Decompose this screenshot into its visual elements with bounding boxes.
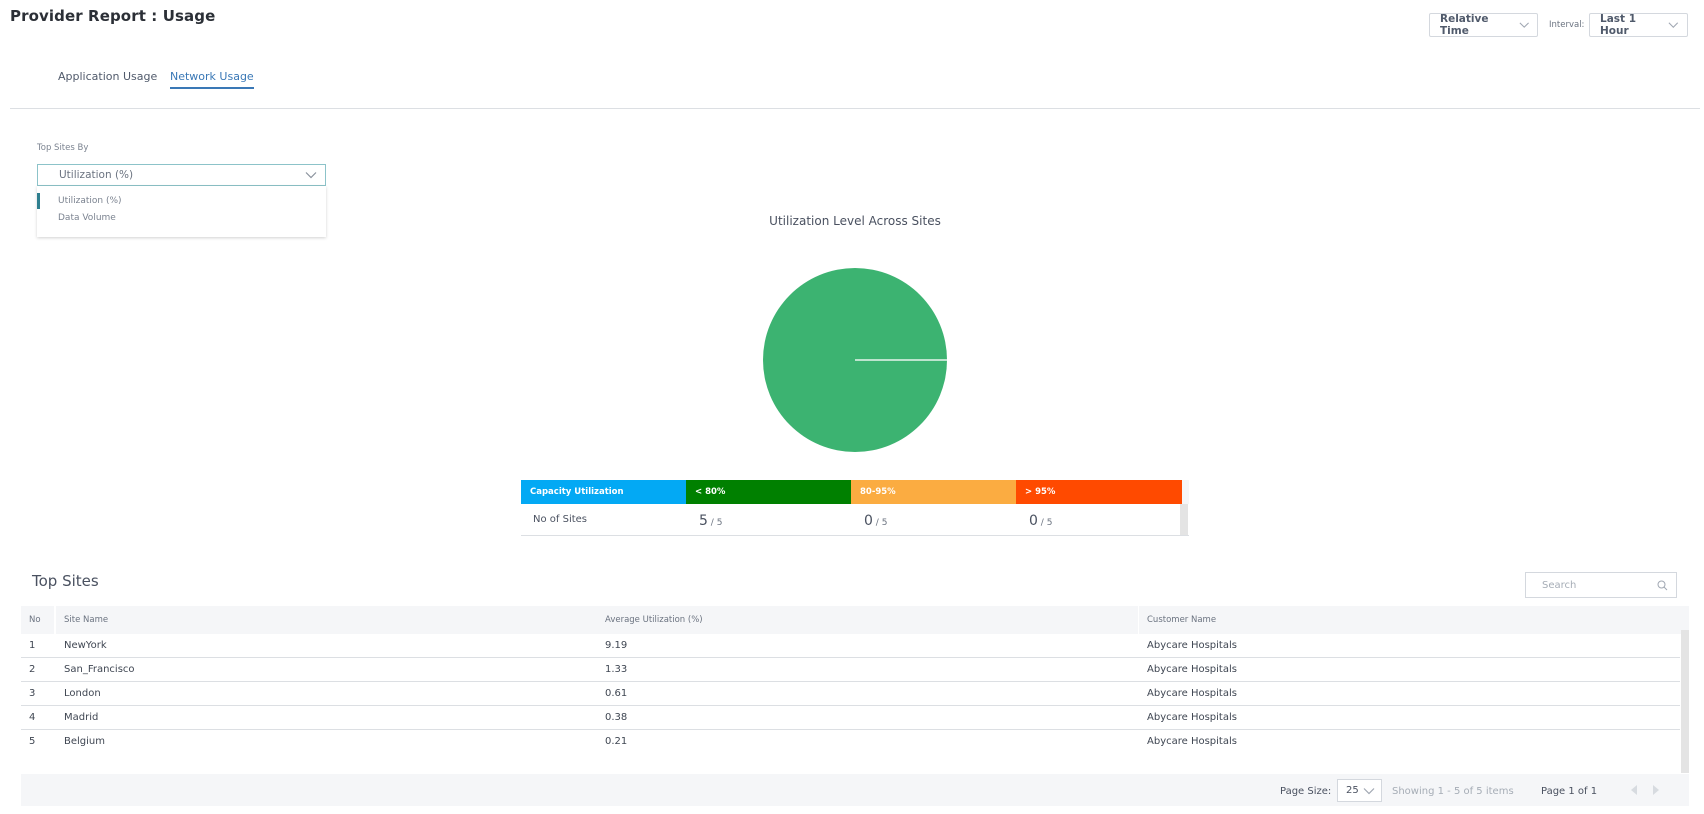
cell-site-name: NewYork — [64, 640, 107, 651]
bucket-header-lt80: < 80% — [686, 480, 851, 504]
tabs-divider — [10, 108, 1700, 109]
menu-item-data-volume[interactable]: Data Volume — [37, 210, 326, 226]
header-filler — [1182, 480, 1189, 504]
bucket-header-80-95: 80-95% — [851, 480, 1016, 504]
cell-no: 2 — [29, 664, 36, 675]
top-sites-by-menu: Utilization (%) Data Volume — [37, 186, 326, 237]
utilization-pie-chart — [763, 268, 947, 452]
cell-avg-utilization: 0.21 — [605, 736, 628, 747]
chevron-down-icon — [305, 172, 317, 179]
top-sites-by-select[interactable]: Utilization (%) — [37, 164, 326, 186]
cell-site-name: San_Francisco — [64, 664, 135, 675]
cell-no: 1 — [29, 640, 36, 651]
cell-avg-utilization: 1.33 — [605, 664, 628, 675]
page-size-select[interactable]: 25 — [1337, 779, 1382, 802]
search-input[interactable] — [1542, 579, 1652, 591]
top-sites-title: Top Sites — [32, 572, 99, 590]
cell-customer-name: Abycare Hospitals — [1147, 712, 1237, 723]
next-page-icon[interactable] — [1650, 783, 1662, 797]
table-row[interactable]: 5 Belgium 0.21 Abycare Hospitals — [21, 730, 1680, 754]
table-row[interactable]: 1 NewYork 9.19 Abycare Hospitals — [21, 634, 1680, 658]
bucket-count: 0 — [1029, 513, 1038, 529]
tab-application-usage[interactable]: Application Usage — [58, 70, 157, 87]
menu-item-utilization[interactable]: Utilization (%) — [37, 193, 326, 209]
cell-avg-utilization: 0.38 — [605, 712, 628, 723]
chart-title: Utilization Level Across Sites — [769, 214, 941, 228]
top-sites-by-value: Utilization (%) — [59, 169, 134, 181]
bucket-count: 0 — [864, 513, 873, 529]
column-header-customer-name[interactable]: Customer Name — [1139, 606, 1689, 634]
bucket-header-gt95: > 95% — [1016, 480, 1182, 504]
time-mode-select[interactable]: Relative Time — [1429, 13, 1538, 37]
table-row[interactable]: 3 London 0.61 Abycare Hospitals — [21, 682, 1680, 706]
cell-avg-utilization: 9.19 — [605, 640, 628, 651]
no-of-sites-label: No of Sites — [533, 514, 588, 525]
table-row[interactable]: 2 San_Francisco 1.33 Abycare Hospitals — [21, 658, 1680, 682]
column-header-avg-utilization[interactable]: Average Utilization (%) — [597, 606, 1138, 634]
table-row[interactable]: 4 Madrid 0.38 Abycare Hospitals — [21, 706, 1680, 730]
bucket-total: 5 — [1046, 518, 1053, 528]
cell-site-name: Belgium — [64, 736, 105, 747]
page-size-label: Page Size: — [1280, 786, 1332, 797]
column-header-no[interactable]: No — [21, 606, 54, 634]
page-title: Provider Report : Usage — [10, 7, 216, 25]
search-box[interactable] — [1525, 572, 1677, 598]
bucket-total: 5 — [881, 518, 888, 528]
interval-value: Last 1 Hour — [1600, 13, 1637, 37]
capacity-header: Capacity Utilization — [521, 480, 686, 504]
capacity-table-scrollbar[interactable] — [1180, 504, 1188, 535]
bucket-count-gt95: 0 / 5 — [1029, 513, 1053, 529]
cell-no: 5 — [29, 736, 36, 747]
interval-label: Interval: — [1549, 20, 1585, 30]
cell-customer-name: Abycare Hospitals — [1147, 640, 1237, 651]
cell-customer-name: Abycare Hospitals — [1147, 664, 1237, 675]
cell-site-name: Madrid — [64, 712, 99, 723]
previous-page-icon[interactable] — [1628, 783, 1640, 797]
chevron-down-icon — [1519, 22, 1529, 28]
table-header: No Site Name Average Utilization (%) Cus… — [21, 606, 1689, 634]
page-size-value: 25 — [1346, 785, 1359, 796]
cell-avg-utilization: 0.61 — [605, 688, 628, 699]
chevron-down-icon — [1668, 22, 1679, 28]
time-mode-value: Relative Time — [1440, 13, 1489, 37]
table-scrollbar[interactable] — [1681, 630, 1689, 773]
showing-items-text: Showing 1 - 5 of 5 items — [1392, 786, 1514, 797]
bucket-count-80-95: 0 / 5 — [864, 513, 888, 529]
capacity-utilization-table: Capacity Utilization < 80% 80-95% > 95% … — [521, 480, 1189, 536]
cell-customer-name: Abycare Hospitals — [1147, 688, 1237, 699]
chevron-down-icon — [1363, 787, 1375, 794]
cell-site-name: London — [64, 688, 101, 699]
column-header-site-name[interactable]: Site Name — [56, 606, 614, 634]
page-indicator: Page 1 of 1 — [1541, 786, 1598, 797]
search-icon[interactable] — [1657, 580, 1668, 591]
interval-select[interactable]: Last 1 Hour — [1589, 13, 1688, 37]
cell-customer-name: Abycare Hospitals — [1147, 736, 1237, 747]
cell-no: 4 — [29, 712, 36, 723]
top-sites-by-label: Top Sites By — [37, 143, 89, 153]
bucket-count: 5 — [699, 513, 708, 529]
tab-network-usage[interactable]: Network Usage — [170, 70, 254, 89]
bucket-count-lt80: 5 / 5 — [699, 513, 723, 529]
bucket-total: 5 — [716, 518, 723, 528]
cell-no: 3 — [29, 688, 36, 699]
